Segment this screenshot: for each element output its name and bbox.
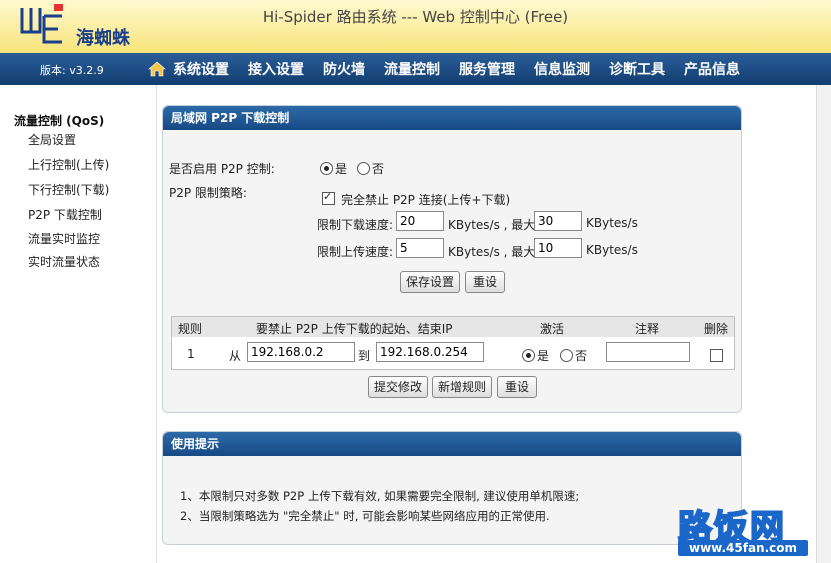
download-max-input[interactable] — [534, 211, 582, 231]
nav-traffic-control[interactable]: 流量控制 — [384, 59, 440, 79]
col-rule: 规则 — [178, 322, 203, 336]
nav-service-management[interactable]: 服务管理 — [459, 59, 515, 79]
sidebar-header: 流量控制 (QoS) — [14, 114, 105, 128]
usage-tips-panel: 使用提示 1、本限制只对多数 P2P 上传下载有效, 如果需要完全限制, 建议使… — [162, 431, 742, 545]
download-max-unit: KBytes/s — [586, 216, 638, 230]
rule-active-yes-radio[interactable] — [522, 349, 535, 362]
sidebar-item-upload-control[interactable]: 上行控制(上传) — [28, 156, 109, 173]
block-all-label: 完全禁止 P2P 连接(上传+下载) — [341, 193, 511, 207]
enable-no-label: 否 — [372, 162, 385, 176]
to-label: 到 — [358, 349, 371, 363]
col-active: 激活 — [540, 322, 565, 336]
nav-system-settings[interactable]: 系统设置 — [173, 59, 229, 79]
nav-firewall[interactable]: 防火墙 — [323, 59, 365, 79]
site-watermark: 路饭网 www.45fan.com — [677, 500, 808, 558]
download-limit-label: 限制下载速度: — [317, 218, 394, 232]
header-banner: 海蜘蛛 Hi-Spider 路由系统 --- Web 控制中心 (Free) — [0, 0, 831, 53]
sidebar-item-realtime-status[interactable]: 实时流量状态 — [28, 253, 100, 270]
nav-access-settings[interactable]: 接入设置 — [248, 59, 304, 79]
enable-no-radio[interactable] — [357, 162, 370, 175]
sidebar: 流量控制 (QoS) 全局设置 上行控制(上传) 下行控制(下载) P2P 下载… — [0, 85, 157, 563]
enable-yes-label: 是 — [335, 162, 348, 176]
col-ip-range: 要禁止 P2P 上传下载的起始、结束IP — [256, 322, 453, 336]
main-nav: 版本: v3.2.9 系统设置 接入设置 防火墙 流量控制 服务管理 信息监测 … — [0, 53, 831, 85]
version-label: 版本: v3.2.9 — [40, 64, 104, 77]
start-ip-input[interactable] — [247, 342, 355, 362]
sidebar-item-realtime-monitor[interactable]: 流量实时监控 — [28, 230, 100, 247]
col-note: 注释 — [635, 322, 660, 336]
home-icon[interactable] — [148, 61, 166, 77]
sidebar-item-p2p-control[interactable]: P2P 下载控制 — [28, 206, 102, 223]
sidebar-item-download-control[interactable]: 下行控制(下载) — [28, 181, 109, 198]
p2p-control-panel: 局域网 P2P 下载控制 是否启用 P2P 控制: 是 否 P2P 限制策略: … — [162, 105, 742, 413]
rule-active-no-label: 否 — [575, 349, 588, 363]
upload-max-unit: KBytes/s — [586, 243, 638, 257]
end-ip-input[interactable] — [376, 342, 484, 362]
rule-note-input[interactable] — [606, 342, 690, 362]
from-label: 从 — [229, 349, 242, 363]
rule-number: 1 — [187, 347, 195, 361]
nav-product-info[interactable]: 产品信息 — [684, 59, 740, 79]
logo-text: 海蜘蛛 — [76, 27, 131, 49]
app-title: Hi-Spider 路由系统 --- Web 控制中心 (Free) — [262, 8, 569, 26]
upload-max-input[interactable] — [534, 238, 582, 258]
tips-title: 使用提示 — [163, 432, 741, 456]
rule-delete-checkbox[interactable] — [710, 349, 723, 362]
policy-label: P2P 限制策略: — [169, 186, 247, 200]
nav-diagnostic-tools[interactable]: 诊断工具 — [609, 59, 665, 79]
sidebar-item-global-settings[interactable]: 全局设置 — [28, 131, 76, 148]
download-limit-input[interactable] — [396, 211, 444, 231]
watermark-url: www.45fan.com — [678, 540, 808, 556]
enable-yes-radio[interactable] — [320, 162, 333, 175]
tip-line-1: 1、本限制只对多数 P2P 上传下载有效, 如果需要完全限制, 建议使用单机限速… — [180, 489, 580, 503]
enable-p2p-label: 是否启用 P2P 控制: — [169, 162, 275, 176]
rule-table-header: 规则 要禁止 P2P 上传下载的起始、结束IP 激活 注释 删除 — [172, 317, 734, 337]
reset-settings-button[interactable]: 重设 — [465, 271, 505, 293]
scrollbar[interactable] — [816, 85, 831, 563]
rule-active-no-radio[interactable] — [560, 349, 573, 362]
submit-changes-button[interactable]: 提交修改 — [368, 376, 428, 398]
block-all-checkbox[interactable] — [322, 190, 335, 205]
tip-line-2: 2、当限制策略选为 "完全禁止" 时, 可能会影响某些网络应用的正常使用. — [180, 509, 550, 523]
rule-active-yes-label: 是 — [537, 349, 550, 363]
upload-limit-input[interactable] — [396, 238, 444, 258]
upload-unit-label: KBytes/s , 最大 — [448, 245, 536, 259]
save-settings-button[interactable]: 保存设置 — [400, 271, 460, 293]
col-delete: 删除 — [704, 322, 729, 336]
p2p-panel-title: 局域网 P2P 下载控制 — [163, 106, 741, 130]
add-rule-button[interactable]: 新增规则 — [432, 376, 492, 398]
rule-table: 规则 要禁止 P2P 上传下载的起始、结束IP 激活 注释 删除 1 从 到 是… — [171, 316, 735, 370]
download-unit-label: KBytes/s , 最大 — [448, 218, 536, 232]
upload-limit-label: 限制上传速度: — [317, 245, 394, 259]
nav-info-monitor[interactable]: 信息监测 — [534, 59, 590, 79]
reset-rules-button[interactable]: 重设 — [497, 376, 537, 398]
